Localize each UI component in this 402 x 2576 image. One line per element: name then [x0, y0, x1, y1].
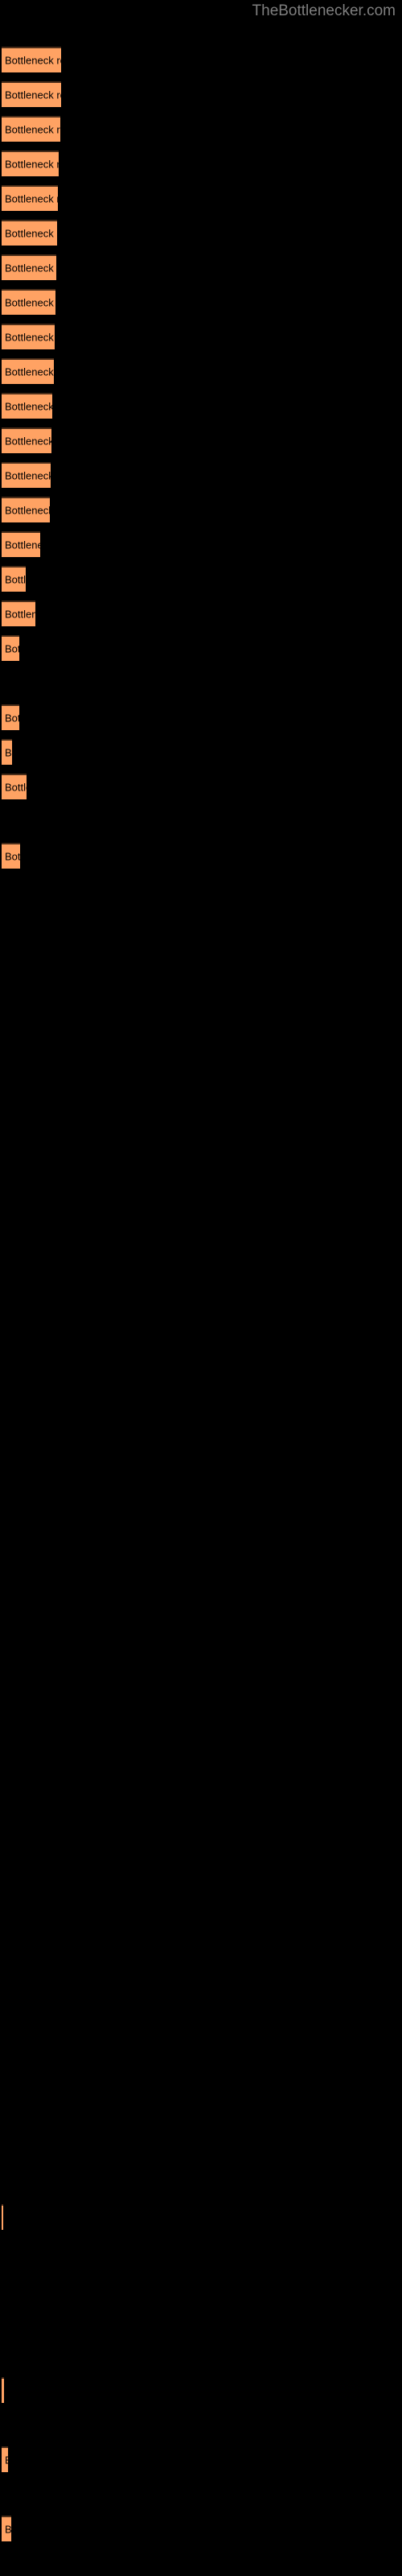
bar-label: Bottleneck result — [5, 158, 59, 171]
bars-layer: Bottleneck result Bottleneck result Bottle… — [0, 0, 402, 2576]
bar: Bottleneck result — [2, 2446, 8, 2472]
bar: Bottleneck result — [2, 185, 58, 211]
bar: Bottleneck result — [2, 151, 59, 176]
bar: Bottleneck result — [2, 531, 40, 557]
bar-label: Bottleneck result — [5, 227, 57, 240]
bar: Bottleneck result — [2, 2516, 11, 2541]
bar-label: Bottleneck result — [5, 781, 27, 794]
bar: Bottleneck result — [2, 427, 51, 453]
bar: Bottleneck result — [2, 358, 54, 384]
bar: Bottleneck result — [2, 462, 51, 488]
bar-label: Bottleneck result — [5, 469, 51, 482]
bar: Bottleneck result — [2, 289, 55, 315]
bottleneck-bar-chart: TheBottlenecker.com Bottleneck resultBot… — [0, 0, 402, 2576]
bar: Bottleneck result — [2, 601, 35, 626]
bar: Bottleneck result — [2, 220, 57, 246]
bar: Bottleneck result — [2, 2204, 3, 2230]
bar-label: Bottleneck result — [5, 850, 20, 863]
bar-label: Bottleneck result — [5, 192, 58, 205]
bar-label: Bottleneck result — [5, 365, 54, 378]
bar: Bottleneck result — [2, 774, 27, 799]
bar: Bottleneck result — [2, 254, 56, 280]
bar-label: Bottleneck result — [5, 746, 12, 759]
bar-label: Bottleneck result — [5, 539, 40, 551]
bar-label: Bottleneck result — [5, 573, 26, 586]
bar-label: Bottleneck result — [5, 262, 56, 275]
bar-label: Bottleneck result — [5, 400, 52, 413]
bar-label: Bottleneck result — [5, 89, 61, 101]
bar-label: Bottleneck result — [5, 2454, 8, 2467]
bar: Bottleneck result — [2, 566, 26, 592]
bar: Bottleneck result — [2, 497, 50, 522]
bar-label: Bottleneck result — [5, 123, 60, 136]
bar-label: Bottleneck result — [5, 2523, 11, 2536]
bar: Bottleneck result — [2, 81, 61, 107]
bar: Bottleneck result — [2, 116, 60, 142]
bar-label: Bottleneck result — [5, 712, 19, 724]
bar-label: Bottleneck result — [5, 608, 35, 621]
bar-label: Bottleneck result — [5, 435, 51, 448]
bar: Bottleneck result — [2, 393, 52, 419]
bar: Bottleneck result — [2, 324, 55, 349]
bar: Bottleneck result — [2, 635, 19, 661]
bar-label: Bottleneck result — [5, 296, 55, 309]
bar: Bottleneck result — [2, 2377, 4, 2403]
bar: Bottleneck result — [2, 739, 12, 765]
bar: Bottleneck result — [2, 843, 20, 869]
bar: Bottleneck result — [2, 704, 19, 730]
bar-label: Bottleneck result — [5, 642, 19, 655]
bar: Bottleneck result — [2, 47, 61, 72]
bar-label: Bottleneck result — [5, 54, 61, 67]
bar-label: Bottleneck result — [5, 504, 50, 517]
bar-label: Bottleneck result — [5, 331, 55, 344]
